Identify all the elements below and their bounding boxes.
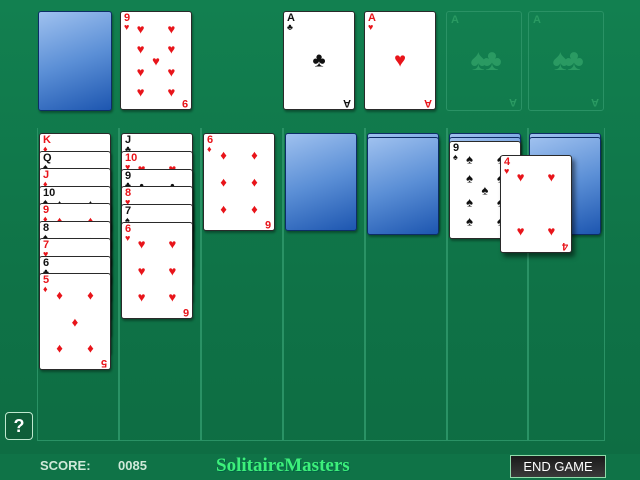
card-5-diamonds[interactable]: 5 ♦ 5 ♦ ♦ ♦ ♦ ♦ (39, 273, 111, 370)
card-back[interactable] (285, 133, 357, 231)
foundation-placeholder-rank: A (509, 96, 517, 108)
card-pip-icon: ♦ (71, 314, 79, 329)
card-pip-icon: ♦ (220, 174, 227, 190)
card-6-diamonds[interactable]: 6 ♦ 6 ♦ ♦ ♦ ♦ ♦ ♦ (203, 133, 275, 231)
foundation-placeholder-rank: A (591, 96, 599, 108)
card-pip-icon: ♥ (152, 53, 160, 68)
card-pip-icon: ♥ (168, 236, 177, 252)
card-rank: 4 (561, 240, 568, 252)
card-suit-icon: ♣ (287, 22, 293, 32)
card-suit-icon: ♠ (453, 152, 458, 162)
card-pip-icon: ♥ (167, 84, 176, 100)
dragged-card[interactable]: 4 ♥ 4 ♥ ♥ ♥ ♥ (500, 155, 572, 253)
spade-club-icon: ♠♣ (470, 44, 502, 77)
help-button[interactable]: ? (5, 412, 33, 440)
score-value: 0085 (118, 458, 147, 473)
card-suit-icon: ♦ (43, 284, 48, 294)
card-pip-icon: ♥ (167, 21, 176, 37)
card-pip-icon: ♦ (220, 201, 227, 217)
card-6-hearts[interactable]: 6 ♥ 6 ♥ ♥ ♥ ♥ ♥ ♥ (121, 222, 193, 319)
card-pip-icon: ♦ (251, 201, 258, 217)
card-rank: 5 (100, 357, 107, 369)
card-pip-icon: ♥ (547, 223, 556, 239)
card-pip-icon: ♠ (466, 151, 474, 167)
card-pip-icon: ♠ (466, 213, 474, 229)
card-pip-icon: ♣ (312, 49, 326, 71)
card-pip-icon: ♥ (137, 289, 146, 305)
card-pip-icon: ♦ (56, 287, 63, 303)
spade-club-icon: ♠♣ (552, 44, 584, 77)
card-pip-icon: ♥ (167, 64, 176, 80)
card-pip-icon: ♥ (516, 223, 525, 239)
card-pip-icon: ♠ (466, 170, 474, 186)
card-suit-icon: ♥ (125, 233, 131, 243)
end-game-button[interactable]: END GAME (510, 455, 606, 478)
card-pip-icon: ♥ (136, 41, 145, 57)
foundation-1[interactable]: A ♣ A ♣ (283, 11, 355, 110)
foundation-2[interactable]: A ♥ A ♥ (364, 11, 436, 110)
card-pip-icon: ♦ (87, 340, 94, 356)
card-pip-icon: ♦ (87, 287, 94, 303)
card-pip-icon: ♥ (547, 169, 556, 185)
card-rank: A (343, 97, 351, 109)
card-pip-icon: ♦ (56, 340, 63, 356)
card-pip-icon: ♥ (167, 41, 176, 57)
card-rank: 6 (182, 306, 189, 318)
card-pip-icon: ♥ (137, 263, 146, 278)
brand-logo: SolitaireMasters (216, 455, 350, 476)
foundation-slot-4[interactable]: A A ♠♣ (528, 11, 604, 111)
card-rank: 6 (264, 218, 271, 230)
waste-pile[interactable]: 9 ♥ 9 ♥ ♥ ♥ ♥ ♥ ♥ ♥ ♥ ♥ (120, 11, 192, 110)
card-pip-icon: ♦ (251, 174, 258, 190)
card-pip-icon: ♥ (168, 289, 177, 305)
card-rank: 9 (181, 97, 188, 109)
card-pip-icon: ♦ (220, 147, 227, 163)
card-pip-icon: ♥ (168, 263, 177, 278)
card-suit-icon: ♥ (368, 22, 374, 32)
card-pip-icon: ♥ (394, 49, 406, 71)
card-pip-icon: ♠ (466, 194, 474, 210)
stock-pile[interactable] (38, 11, 112, 111)
card-pip-icon: ♥ (136, 21, 145, 37)
card-pip-icon: ♠ (481, 182, 489, 198)
foundation-placeholder-rank: A (451, 14, 459, 26)
card-pip-icon: ♥ (137, 236, 146, 252)
card-pip-icon: ♦ (251, 147, 258, 163)
foundation-placeholder-rank: A (533, 14, 541, 26)
card-pip-icon: ♥ (516, 169, 525, 185)
card-pip-icon: ♥ (136, 84, 145, 100)
foundation-slot-3[interactable]: A A ♠♣ (446, 11, 522, 111)
score-label: SCORE: (40, 458, 91, 473)
card-suit-icon: ♥ (124, 22, 130, 32)
card-suit-icon: ♥ (504, 166, 510, 176)
card-pip-icon: ♥ (136, 64, 145, 80)
card-suit-icon: ♦ (207, 144, 212, 154)
card-rank: A (424, 97, 432, 109)
card-back[interactable] (367, 137, 439, 235)
